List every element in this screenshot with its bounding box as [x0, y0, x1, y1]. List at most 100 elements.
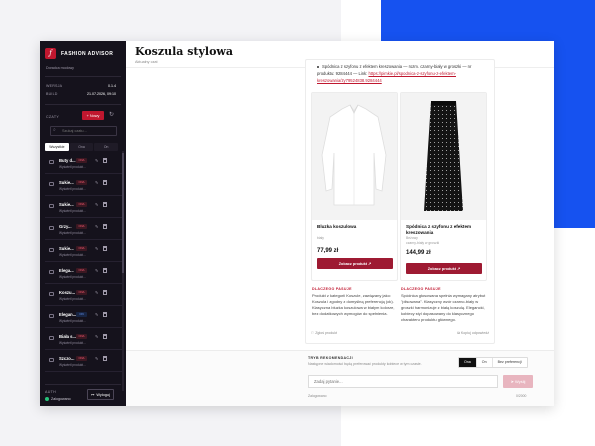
app-window: ƒ FASHION ADVISOR Doradca modowy WERSJA …	[40, 41, 554, 406]
edit-icon[interactable]: ✎	[95, 334, 99, 339]
chat-list-item[interactable]: Buty d... Wyświetl produkt... ONA ✎	[45, 154, 123, 174]
copy-reply-link[interactable]: ⧉ Kopiuj odpowiedź	[457, 331, 489, 335]
edit-icon[interactable]: ✎	[95, 268, 99, 273]
page-subtitle: Aktualny czat	[135, 60, 158, 64]
message-line-1: Spódnica z szyfonu z efektem kreszowania…	[322, 64, 472, 69]
report-product-label: Zgłoś produkt	[315, 331, 338, 335]
composer: TRYB REKOMENDACJI Następne wiadomości bę…	[126, 350, 554, 406]
edit-icon[interactable]: ✎	[95, 290, 99, 295]
chat-item-subtitle: Wyświetl produkt...	[59, 341, 86, 345]
edit-icon[interactable]: ✎	[95, 224, 99, 229]
match-reason: DLACZEGO PASUJE Produkt z kategorii Kosz…	[312, 287, 398, 317]
gender-badge: ON	[76, 312, 87, 317]
view-product-button[interactable]: Zobacz produkt ↗	[406, 263, 482, 274]
new-chat-button[interactable]: + Nowy	[82, 111, 104, 120]
chat-icon	[49, 160, 54, 164]
build-row: BUILD 21.07.2026, 09:10	[46, 92, 116, 96]
gender-badge: ONA	[76, 356, 87, 361]
chat-list-item[interactable]: Sukie... Wyświetl produkt... ONA ✎	[45, 176, 123, 196]
scrollbar-thumb[interactable]	[122, 153, 124, 273]
delete-icon[interactable]	[103, 158, 107, 163]
delete-icon[interactable]	[103, 334, 107, 339]
delete-icon[interactable]	[103, 356, 107, 361]
chat-list-item[interactable]: Elegan... Wyświetl produkt... ON ✎	[45, 308, 123, 328]
edit-icon[interactable]: ✎	[95, 246, 99, 251]
chat-search-input[interactable]	[50, 126, 117, 136]
brand-subtitle: Doradca modowy	[46, 66, 74, 70]
product-image-shirt[interactable]	[312, 93, 397, 220]
gender-badge: ONA	[76, 180, 87, 185]
refresh-icon[interactable]: ↻	[107, 111, 116, 120]
report-product-link[interactable]: ⚐ Zgłoś produkt	[311, 331, 337, 335]
page-title: Koszula stylowa	[135, 45, 234, 58]
chat-icon	[49, 270, 54, 274]
message-input[interactable]	[308, 375, 498, 388]
tab-men[interactable]: On	[94, 143, 119, 151]
chat-item-subtitle: Wyświetl produkt...	[59, 297, 86, 301]
chat-icon	[49, 336, 54, 340]
chat-icon	[49, 182, 54, 186]
chat-icon	[49, 204, 54, 208]
edit-icon[interactable]: ✎	[95, 158, 99, 163]
search-icon: ⌕	[53, 127, 56, 133]
chat-list-item[interactable]: Biała s... Wyświetl produkt... ONA ✎	[45, 330, 123, 350]
product-name: Spódnica z szyfonu z efektem kreszowania	[406, 224, 472, 235]
chats-section-label: CZATY	[46, 115, 60, 119]
logout-label: Wyloguj	[96, 392, 110, 397]
build-value: 21.07.2026, 09:10	[87, 92, 116, 96]
edit-icon[interactable]: ✎	[95, 202, 99, 207]
chat-list-item[interactable]: Szczo... Wyświetl produkt... ONA ✎	[45, 352, 123, 372]
gender-badge: ONA	[76, 202, 87, 207]
bullet-icon	[317, 65, 319, 68]
mode-option-none[interactable]: Bez preferencji	[493, 358, 527, 367]
view-product-button[interactable]: Zobacz produkt ↗	[317, 258, 393, 269]
chat-list-item[interactable]: Sukie... Wyświetl produkt... ONA ✎	[45, 242, 123, 262]
mode-option-women[interactable]: Ona	[459, 358, 477, 367]
match-reason: DLACZEGO PASUJE Spódnica głosowana spełn…	[401, 287, 487, 323]
mode-option-men[interactable]: On	[477, 358, 493, 367]
send-button[interactable]: ➤ Wyślij	[503, 375, 533, 388]
chat-icon	[49, 358, 54, 362]
character-counter: 0/2000	[516, 394, 527, 398]
product-image-skirt[interactable]	[401, 93, 486, 220]
delete-icon[interactable]	[103, 246, 107, 251]
mode-toggle: Ona On Bez preferencji	[458, 357, 528, 368]
edit-icon[interactable]: ✎	[95, 180, 99, 185]
message-text: Spódnica z szyfonu z efektem kreszowania…	[317, 63, 487, 84]
delete-icon[interactable]	[103, 180, 107, 185]
edit-icon[interactable]: ✎	[95, 312, 99, 317]
chat-list-item[interactable]: Grzy... Wyświetl produkt... ONA ✎	[45, 220, 123, 240]
chat-item-title: Buty d...	[59, 158, 76, 163]
delete-icon[interactable]	[103, 224, 107, 229]
status-dot-icon	[45, 397, 49, 401]
auth-status-text: Zalogowano	[51, 397, 71, 401]
reason-heading: DLACZEGO PASUJE	[312, 287, 352, 291]
version-value: 0.1.4	[108, 84, 116, 88]
delete-icon[interactable]	[103, 202, 107, 207]
chat-item-title: Szczo...	[59, 356, 75, 361]
logout-button[interactable]: ↦ Wyloguj	[87, 389, 114, 400]
reason-heading: DLACZEGO PASUJE	[401, 287, 441, 291]
tab-women[interactable]: Ona	[69, 143, 94, 151]
chat-list-item[interactable]: Elega... Wyświetl produkt... ONA ✎	[45, 264, 123, 284]
gender-badge: ONA	[76, 246, 87, 251]
delete-icon[interactable]	[103, 290, 107, 295]
chat-list-item[interactable]: Koszu... Wyświetl produkt... ONA ✎	[45, 286, 123, 306]
brand-logo: ƒ	[45, 48, 56, 59]
sidebar: ƒ FASHION ADVISOR Doradca modowy WERSJA …	[40, 41, 126, 406]
delete-icon[interactable]	[103, 268, 107, 273]
chat-item-title: Elegan...	[59, 312, 77, 317]
product-card: Spódnica z szyfonu z efektem kreszowania…	[400, 92, 487, 281]
chat-list-item[interactable]: Sukie... Wyświetl produkt... ONA ✎	[45, 198, 123, 218]
product-card: Bluzka koszulowa biały 77,99 zł Zobacz p…	[311, 92, 398, 281]
delete-icon[interactable]	[103, 312, 107, 317]
chat-item-title: Biała s...	[59, 334, 76, 339]
edit-icon[interactable]: ✎	[95, 356, 99, 361]
gender-badge: ONA	[76, 290, 87, 295]
chat-item-subtitle: Wyświetl produkt...	[59, 209, 86, 213]
brand-title: FASHION ADVISOR	[61, 50, 114, 57]
tab-all[interactable]: Wszystkie	[45, 143, 69, 151]
version-key: WERSJA	[46, 84, 63, 88]
gender-badge: ONA	[76, 224, 87, 229]
reason-body: Spódnica głosowana spełnia wymagany atry…	[401, 293, 486, 322]
